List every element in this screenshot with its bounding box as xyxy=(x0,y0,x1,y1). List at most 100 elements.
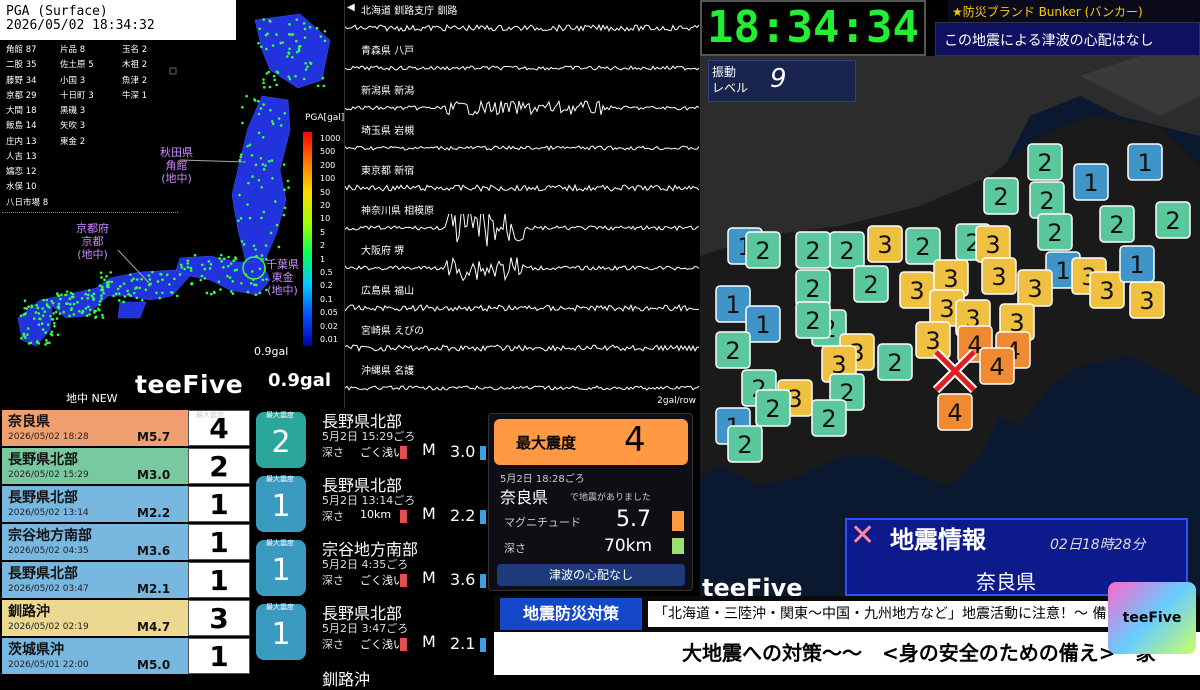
station-dot xyxy=(246,290,250,294)
station-dot xyxy=(144,288,148,292)
station-dot xyxy=(271,177,274,180)
station-dot xyxy=(46,304,49,308)
max-intensity-header: 最大震度 xyxy=(196,411,224,419)
station-list: 角館 87 片品 8 玉名 2 二股 35 佐土原 5 木祖 2 藤野 34 小国 3 魚津 2… xyxy=(6,44,166,212)
station-dot xyxy=(270,120,274,123)
quake-history-row[interactable]: 長野県北部 2026/05/02 03:47 M2.1 1 xyxy=(2,562,250,598)
intensity-map[interactable]: 2112222122232232122333333321123333443232… xyxy=(700,56,1200,596)
station-dot xyxy=(240,153,243,156)
station-dot xyxy=(294,74,297,78)
station-dot xyxy=(275,83,278,87)
station-dot xyxy=(261,136,265,139)
station-dot xyxy=(257,131,261,135)
intensity-tile-value: 4 xyxy=(989,353,1004,381)
quake-magnitude: M5.7 xyxy=(137,430,171,444)
station-dot xyxy=(129,294,132,298)
station-dot xyxy=(268,19,272,22)
station-dot xyxy=(203,277,207,280)
station-dot xyxy=(34,311,38,314)
station-dot xyxy=(246,203,249,206)
quake-history-row[interactable]: 茨城県沖 2026/05/01 22:00 M5.0 1 xyxy=(2,638,250,674)
station-dot xyxy=(275,223,279,227)
intensity-tile-value: 2 xyxy=(915,233,930,261)
station-dot xyxy=(261,278,265,282)
station-dot xyxy=(101,313,104,317)
station-entry: 庄内 13 xyxy=(6,136,37,147)
station-dot xyxy=(294,39,298,43)
station-dot xyxy=(173,277,176,281)
scale-tick: 20 xyxy=(320,201,331,211)
station-dot xyxy=(46,323,50,326)
station-dot xyxy=(288,77,292,81)
magnitude-indicator xyxy=(480,638,486,652)
station-dot xyxy=(87,305,90,308)
quake-time: 5月2日 15:29ごろ xyxy=(322,430,416,443)
intensity-tile-value: 1 xyxy=(1129,251,1144,279)
station-dot xyxy=(72,313,76,316)
quake-detail-row[interactable]: 1 最大震度 長野県北部 5月2日 13:14ごろ 深さ 10km M 2.2 xyxy=(250,472,490,536)
quake-history-row[interactable]: 長野県北部 2026/05/02 15:29 M3.0 2 xyxy=(2,448,250,484)
station-dot xyxy=(138,286,142,290)
quake-magnitude: M3.0 xyxy=(137,468,171,482)
station-dot xyxy=(286,55,289,58)
intensity-tile-value: 3 xyxy=(877,231,892,259)
station-dot xyxy=(282,213,286,217)
intensity-tile: 1 xyxy=(1073,163,1109,201)
station-dot xyxy=(94,315,98,319)
station-dot xyxy=(101,316,105,319)
waveform-panel: ◀ 北海道 釧路支庁 釧路 青森県 八戸 新潟県 新潟 埼玉県 岩槻 東京都 新宿 神奈川… xyxy=(345,0,700,408)
station-dot xyxy=(264,164,267,167)
intensity-badge: 1 xyxy=(256,604,306,660)
station-dot xyxy=(258,291,262,295)
station-dot xyxy=(45,341,49,345)
station-dot xyxy=(80,296,84,300)
station-dot xyxy=(26,333,29,337)
station-dot xyxy=(186,262,190,265)
station-dot xyxy=(229,262,233,265)
scale-tick: 0.01 xyxy=(320,335,338,345)
station-dot xyxy=(259,107,263,110)
quake-detail-row[interactable]: 1 最大震度 宗谷地方南部 5月2日 4:35ごろ 深さ ごく浅い M 3.6 xyxy=(250,536,490,600)
intensity-tile: 3 xyxy=(1017,269,1053,307)
pga-title: PGA (Surface) xyxy=(6,4,108,19)
station-dot xyxy=(54,310,58,314)
station-dot xyxy=(207,260,211,263)
station-entry: 牛深 1 xyxy=(122,90,148,101)
station-dot xyxy=(288,23,291,26)
quake-history-row[interactable]: 釧路沖 2026/05/02 02:19 M4.7 3 xyxy=(2,600,250,636)
station-dot xyxy=(239,217,243,220)
station-dot xyxy=(84,292,87,296)
quake-name: 釧路沖 xyxy=(8,604,50,620)
station-dot xyxy=(306,65,309,69)
clock: 18:34:34 xyxy=(700,0,926,56)
station-dot xyxy=(262,86,266,89)
station-dot xyxy=(303,36,307,39)
station-dot xyxy=(158,296,162,300)
quake-detail-row[interactable]: 2 最大震度 長野県北部 5月2日 15:29ごろ 深さ ごく浅い M 3.0 xyxy=(250,408,490,472)
station-dot xyxy=(253,99,257,102)
station-entry: 玉名 2 xyxy=(122,45,148,55)
station-dot xyxy=(57,302,61,306)
station-dot xyxy=(156,280,160,283)
close-icon: ✕ xyxy=(850,518,876,553)
quake-magnitude: M2.2 xyxy=(137,506,171,520)
depth-label: 深さ xyxy=(322,446,344,459)
intensity-tile: 2 xyxy=(983,177,1019,215)
station-dot xyxy=(256,99,260,103)
quake-history-row[interactable]: 宗谷地方南部 2026/05/02 04:35 M3.6 1 xyxy=(2,524,250,560)
quake-history-row[interactable]: 長野県北部 2026/05/02 13:14 M2.2 1 xyxy=(2,486,250,522)
scale-tick: 100 xyxy=(320,174,336,184)
intensity-tile: 2 xyxy=(715,331,751,369)
station-entry xyxy=(122,120,166,135)
station-dot xyxy=(272,74,276,78)
station-dot xyxy=(112,294,115,298)
station-dot xyxy=(44,331,47,334)
station-dot xyxy=(52,312,55,315)
station-entry: 八日市場 8 xyxy=(6,197,49,208)
station-dot xyxy=(288,47,291,51)
label-chiba: 千葉県 東金 (地中) xyxy=(266,258,299,297)
station-dot xyxy=(65,290,69,293)
quake-detail-row[interactable]: 1 最大震度 長野県北部 5月2日 3:47ごろ 深さ ごく浅い M 2.1 xyxy=(250,600,490,664)
station-dot xyxy=(48,341,51,345)
quake-time: 5月2日 13:14ごろ xyxy=(322,494,416,507)
